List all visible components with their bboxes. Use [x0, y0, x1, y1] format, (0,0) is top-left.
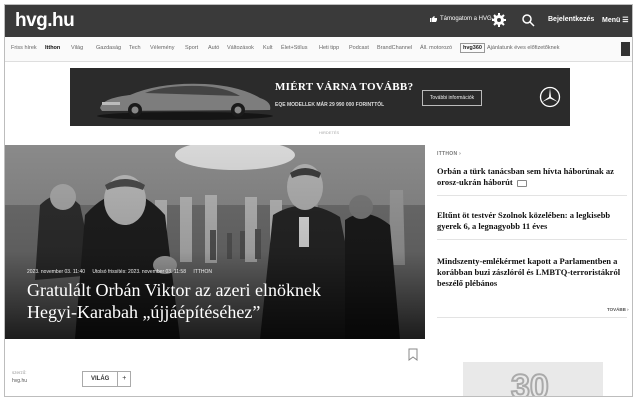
- hero-meta: 2023. november 03. 11:40 Utolsó frissíté…: [27, 269, 218, 275]
- side-article-3[interactable]: Mindszenty-emlékérmet kapott a Parlament…: [437, 256, 627, 289]
- nav-item-podcast[interactable]: Podcast: [349, 45, 369, 51]
- thumbs-up-icon: [430, 16, 437, 22]
- nav-item-sport[interactable]: Sport: [185, 45, 198, 51]
- login-link[interactable]: Bejelentkezés: [548, 16, 594, 23]
- top-bar: hvg.hu Támogatom a HVG-t Bejelentkezés M…: [5, 5, 632, 37]
- nav-item-elet-stilus[interactable]: Élet+Stílus: [281, 45, 307, 51]
- side-section-link[interactable]: ITTHON ›: [437, 151, 461, 157]
- update-time: Utolsó frissítés: 2023. november 03. 11:…: [92, 269, 186, 275]
- section-label[interactable]: ITTHON: [193, 269, 212, 275]
- camera-icon: [516, 179, 527, 187]
- tag-chip[interactable]: VILÁG +: [82, 371, 132, 387]
- hero-title[interactable]: Gratulált Orbán Viktor az azeri elnöknek…: [27, 279, 357, 323]
- search-icon[interactable]: [521, 13, 535, 27]
- nav-item-brandchannel[interactable]: BrandChannel: [377, 45, 412, 51]
- nav-item-hvg360[interactable]: hvg360: [460, 43, 485, 53]
- ad-title: MIÉRT VÁRNA TOVÁBB?: [275, 81, 414, 93]
- nav-item-elofizetoknek[interactable]: Ajánlatunk éves előfizetőknek: [487, 45, 559, 51]
- nav-item-vilag[interactable]: Világ: [71, 45, 83, 51]
- more-link[interactable]: TOVÁBB ›: [607, 307, 629, 312]
- tag-label[interactable]: VILÁG: [83, 372, 117, 386]
- side-article-2[interactable]: Eltűnt öt testvér Szolnok közelében: a l…: [437, 210, 627, 232]
- divider: [437, 317, 627, 318]
- browser-viewport: hvg.hu Támogatom a HVG-t Bejelentkezés M…: [4, 4, 633, 397]
- ad-banner[interactable]: MIÉRT VÁRNA TOVÁBB? EQE MODELLEK MÁR 29 …: [70, 68, 570, 126]
- divider: [437, 239, 627, 240]
- publish-time: 2023. november 03. 11:40: [27, 269, 86, 275]
- subscribe-link[interactable]: Támogatom a HVG-t: [430, 16, 495, 22]
- nav-overflow-block: [621, 42, 630, 56]
- nav-item-velemeny[interactable]: Vélemény: [150, 45, 174, 51]
- ad-more-info-button[interactable]: További információk: [422, 90, 482, 106]
- author-name[interactable]: hvg.hu: [12, 378, 27, 384]
- divider: [437, 195, 627, 196]
- tag-add-button[interactable]: +: [117, 372, 130, 386]
- author-label: szerző:: [12, 370, 27, 375]
- side-ad[interactable]: 30: [463, 362, 603, 397]
- gear-icon[interactable]: [491, 12, 507, 28]
- nav-item-motorozo[interactable]: Áll. motorozó: [420, 45, 452, 51]
- bookmark-icon[interactable]: [408, 348, 418, 361]
- nav-item-kult[interactable]: Kult: [263, 45, 272, 51]
- nav-item-itthon[interactable]: Itthon: [45, 45, 60, 51]
- nav-item-auto[interactable]: Autó: [208, 45, 219, 51]
- section-nav: Friss hírek Itthon Világ Gazdaság Tech V…: [5, 37, 632, 62]
- nav-item-valtozasok[interactable]: Változások: [227, 45, 254, 51]
- hero-article[interactable]: 2023. november 03. 11:40 Utolsó frissíté…: [5, 145, 425, 339]
- subscribe-label: Támogatom a HVG-t: [440, 16, 496, 22]
- nav-item-tech[interactable]: Tech: [129, 45, 141, 51]
- side-ad-number: 30: [511, 368, 549, 397]
- nav-item-friss[interactable]: Friss hírek: [11, 45, 37, 51]
- mercedes-star-icon: [539, 86, 561, 108]
- nav-item-heti-tipp[interactable]: Heti tipp: [319, 45, 339, 51]
- side-article-1[interactable]: Orbán a türk tanácsban sem hívta háborún…: [437, 166, 627, 188]
- ad-label: HIRDETÉS: [319, 130, 340, 135]
- car-image: [97, 83, 273, 120]
- side-ad-graphic: 30: [510, 367, 550, 397]
- nav-item-gazdasag[interactable]: Gazdaság: [96, 45, 121, 51]
- site-logo[interactable]: hvg.hu: [15, 10, 75, 32]
- ad-subtitle: EQE MODELLEK MÁR 29 990 000 FORINTTÓL: [275, 102, 385, 108]
- menu-button[interactable]: Menü ☰: [602, 16, 629, 24]
